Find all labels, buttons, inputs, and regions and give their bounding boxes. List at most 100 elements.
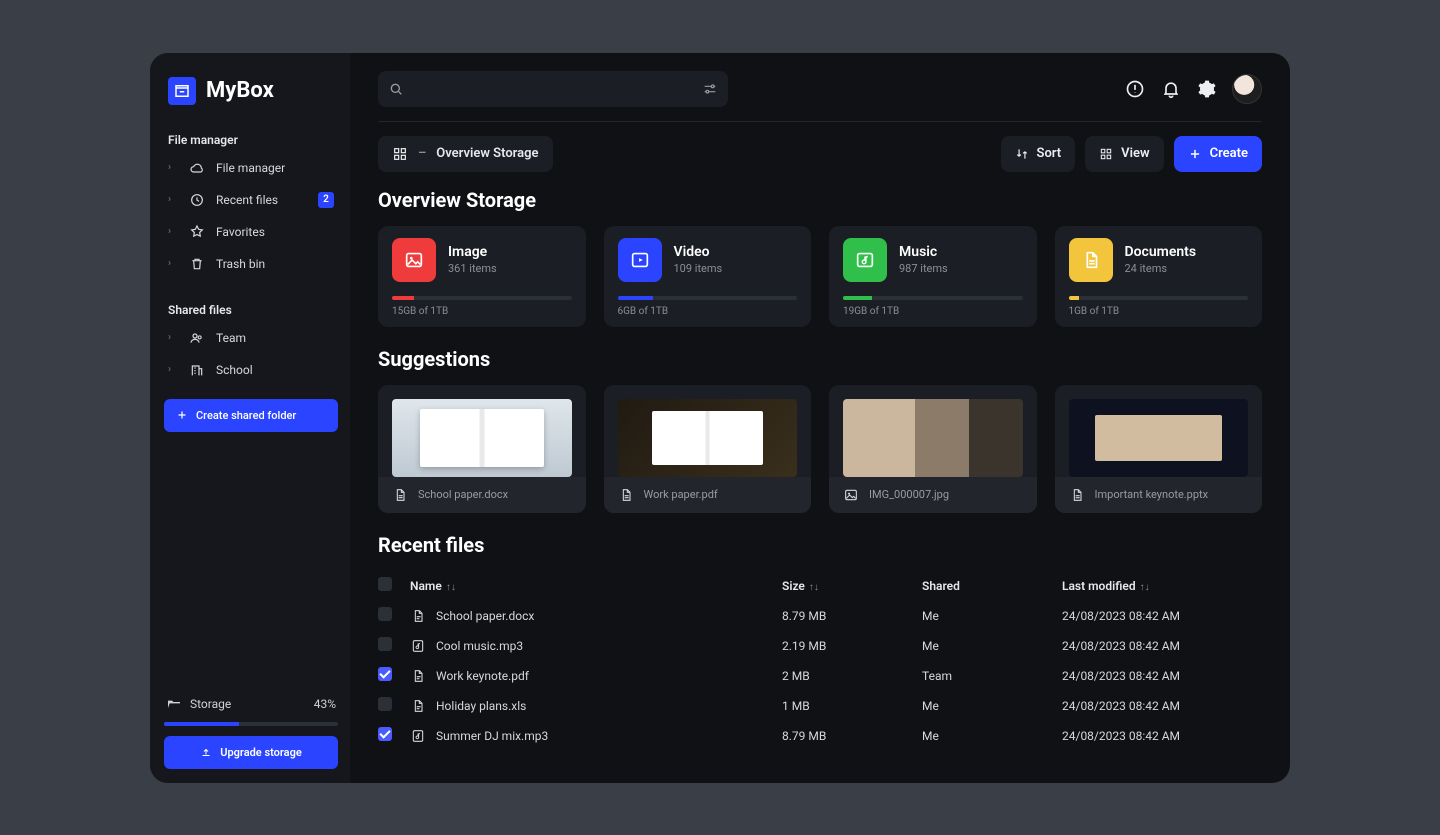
search-input[interactable]	[414, 81, 692, 96]
brand-title: MyBox	[206, 78, 274, 103]
card-icon	[1069, 238, 1113, 282]
sidebar-item-label: File manager	[216, 161, 285, 175]
file-icon	[843, 487, 859, 503]
cloud-icon	[188, 159, 206, 177]
breadcrumb[interactable]: – Overview Storage	[378, 136, 553, 172]
file-size: 2 MB	[782, 669, 922, 683]
table-row[interactable]: Cool music.mp3 2.19 MB Me 24/08/2023 08:…	[378, 631, 1262, 661]
file-icon	[410, 668, 426, 684]
col-size[interactable]: Size↑↓	[782, 579, 922, 593]
suggestion-thumbnail	[392, 399, 572, 477]
create-button[interactable]: Create	[1174, 136, 1262, 172]
button-label: Upgrade storage	[220, 746, 302, 759]
row-checkbox[interactable]	[378, 667, 392, 681]
sidebar-item-label: Trash bin	[216, 257, 265, 271]
card-usage-text: 1GB of 1TB	[1069, 306, 1249, 317]
storage-percent: 43%	[314, 697, 336, 711]
card-icon	[843, 238, 887, 282]
sidebar-item-file-manager[interactable]: › File manager	[164, 153, 338, 183]
grid-icon	[1099, 147, 1113, 161]
file-shared: Me	[922, 699, 1062, 713]
file-icon	[410, 608, 426, 624]
sidebar-item-recent-files[interactable]: › Recent files 2	[164, 185, 338, 215]
file-size: 8.79 MB	[782, 729, 922, 743]
suggestion-thumbnail	[618, 399, 798, 477]
select-all-checkbox[interactable]	[378, 577, 392, 591]
chevron-right-icon: ›	[168, 332, 178, 343]
card-title: Image	[448, 244, 497, 260]
main-panel: – Overview Storage Sort View Create Over…	[350, 53, 1290, 783]
clock-icon	[188, 191, 206, 209]
view-button[interactable]: View	[1085, 136, 1163, 172]
table-row[interactable]: Work keynote.pdf 2 MB Team 24/08/2023 08…	[378, 661, 1262, 691]
suggestion-card[interactable]: Work paper.pdf	[604, 385, 812, 513]
table-row[interactable]: Holiday plans.xls 1 MB Me 24/08/2023 08:…	[378, 691, 1262, 721]
gear-icon[interactable]	[1196, 78, 1218, 100]
chevron-right-icon: ›	[168, 258, 178, 269]
create-shared-folder-button[interactable]: Create shared folder	[164, 399, 338, 432]
nav-shared: › Team › School	[164, 323, 338, 385]
suggestion-card[interactable]: IMG_000007.jpg	[829, 385, 1037, 513]
sidebar: MyBox File manager › File manager › Rece…	[150, 53, 350, 783]
file-size: 1 MB	[782, 699, 922, 713]
folder-open-icon	[166, 696, 182, 712]
recent-heading: Recent files	[378, 533, 1262, 557]
sidebar-item-team[interactable]: › Team	[164, 323, 338, 353]
alert-icon[interactable]	[1124, 78, 1146, 100]
sidebar-item-label: School	[216, 363, 253, 377]
grid-icon	[392, 146, 408, 162]
suggestion-card[interactable]: Important keynote.pptx	[1055, 385, 1263, 513]
table-row[interactable]: School paper.docx 8.79 MB Me 24/08/2023 …	[378, 601, 1262, 631]
file-icon	[410, 698, 426, 714]
toolbar: – Overview Storage Sort View Create	[378, 136, 1262, 172]
storage-bar-fill	[164, 722, 239, 726]
col-modified[interactable]: Last modified↑↓	[1062, 579, 1262, 593]
card-usage-bar	[392, 296, 572, 300]
card-usage-bar	[843, 296, 1023, 300]
storage-card[interactable]: Music 987 items 19GB of 1TB	[829, 226, 1037, 327]
col-name[interactable]: Name↑↓	[410, 579, 782, 593]
topbar	[378, 71, 1262, 122]
row-checkbox[interactable]	[378, 637, 392, 651]
card-icon	[618, 238, 662, 282]
file-modified: 24/08/2023 08:42 AM	[1062, 699, 1262, 713]
row-checkbox[interactable]	[378, 607, 392, 621]
suggestion-cards: School paper.docx Work paper.pdf IMG_000…	[378, 385, 1262, 513]
upload-icon	[200, 746, 212, 758]
file-name: Holiday plans.xls	[436, 699, 526, 713]
storage-card[interactable]: Image 361 items 15GB of 1TB	[378, 226, 586, 327]
search-box[interactable]	[378, 71, 728, 107]
filter-icon[interactable]	[702, 81, 718, 97]
suggestion-card[interactable]: School paper.docx	[378, 385, 586, 513]
overview-cards: Image 361 items 15GB of 1TB Video 109 it…	[378, 226, 1262, 327]
file-modified: 24/08/2023 08:42 AM	[1062, 639, 1262, 653]
file-name: Work keynote.pdf	[436, 669, 529, 683]
sidebar-item-school[interactable]: › School	[164, 355, 338, 385]
suggestion-thumbnail	[843, 399, 1023, 477]
star-icon	[188, 223, 206, 241]
row-checkbox[interactable]	[378, 727, 392, 741]
sort-button[interactable]: Sort	[1001, 136, 1076, 172]
avatar[interactable]	[1232, 74, 1262, 104]
file-shared: Me	[922, 729, 1062, 743]
file-modified: 24/08/2023 08:42 AM	[1062, 609, 1262, 623]
search-icon	[388, 81, 404, 97]
sidebar-item-favorites[interactable]: › Favorites	[164, 217, 338, 247]
bell-icon[interactable]	[1160, 78, 1182, 100]
recent-table: Name↑↓ Size↑↓ Shared Last modified↑↓ Sch…	[378, 571, 1262, 751]
row-checkbox[interactable]	[378, 697, 392, 711]
sidebar-item-trash-bin[interactable]: › Trash bin	[164, 249, 338, 279]
storage-card[interactable]: Video 109 items 6GB of 1TB	[604, 226, 812, 327]
col-shared[interactable]: Shared	[922, 579, 1062, 593]
chevron-right-icon: ›	[168, 162, 178, 173]
suggestion-thumbnail	[1069, 399, 1249, 477]
plus-icon	[176, 409, 188, 421]
upgrade-storage-button[interactable]: Upgrade storage	[164, 736, 338, 769]
trash-icon	[188, 255, 206, 273]
storage-card[interactable]: Documents 24 items 1GB of 1TB	[1055, 226, 1263, 327]
button-label: Sort	[1037, 146, 1062, 161]
table-row[interactable]: Summer DJ mix.mp3 8.79 MB Me 24/08/2023 …	[378, 721, 1262, 751]
breadcrumb-sep: –	[418, 146, 426, 161]
card-usage-text: 15GB of 1TB	[392, 306, 572, 317]
suggestions-heading: Suggestions	[378, 347, 1262, 371]
